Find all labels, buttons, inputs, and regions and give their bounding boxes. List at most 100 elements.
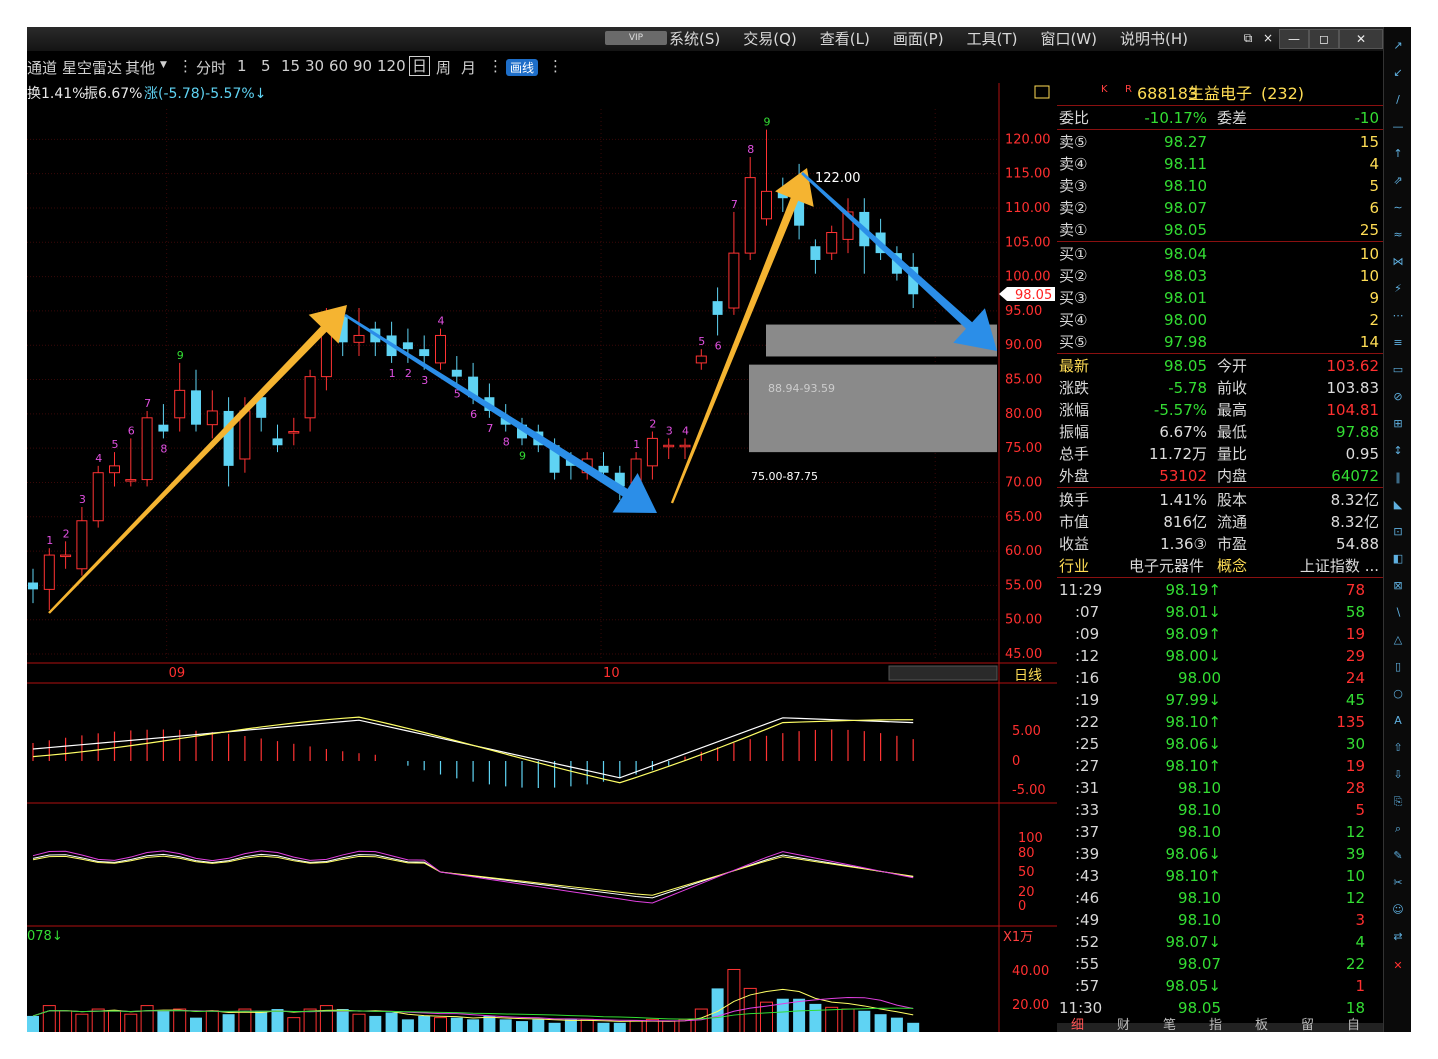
bid-row: 买⑤ 97.98 14 [1057, 331, 1383, 353]
price-tick: 50.00 [1005, 613, 1042, 628]
toolbar-radar[interactable]: 星空雷达 [62, 57, 122, 78]
divider [1057, 241, 1383, 242]
tool-icon[interactable]: ↑ [1388, 147, 1408, 163]
tool-icon[interactable]: ✎ [1388, 849, 1408, 865]
toolbar-1min[interactable]: 1 [237, 57, 247, 75]
tool-icon[interactable]: ☺ [1388, 903, 1408, 919]
toolbar-90min[interactable]: 90 [353, 57, 372, 75]
minimize-button[interactable]: — [1279, 29, 1309, 49]
value: 816亿 [1163, 513, 1207, 531]
divider [1057, 577, 1383, 578]
draw-line-button[interactable]: 画线 [506, 59, 539, 76]
tool-icon[interactable]: ⋯ [1388, 309, 1408, 325]
label: 今开 [1217, 357, 1248, 375]
menu-item-4[interactable]: 工具(T) [967, 27, 1018, 51]
toolbar-30min[interactable]: 30 [305, 57, 324, 75]
tool-icon[interactable]: ⇧ [1388, 741, 1408, 757]
tool-icon[interactable]: A [1388, 714, 1408, 730]
volume-bar [140, 1005, 154, 1032]
kline-chart[interactable]: 1234567891 23456789123 45 6789 120.00115.00… [27, 83, 1057, 1032]
tool-icon[interactable]: ∥ [1388, 471, 1408, 487]
vip-badge[interactable]: VIP [605, 31, 667, 45]
tool-icon[interactable]: ≡ [1388, 336, 1408, 352]
tool-icon[interactable]: ⊘ [1388, 390, 1408, 406]
tool-icon[interactable]: ⊞ [1388, 417, 1408, 433]
tool-icon[interactable]: ⇗ [1388, 174, 1408, 190]
tool-icon[interactable]: — [1388, 120, 1408, 136]
tool-icon[interactable]: ✂ [1388, 876, 1408, 892]
menu-item-1[interactable]: 交易(Q) [743, 27, 797, 51]
divider [1057, 487, 1383, 488]
candle-body [272, 438, 283, 446]
toolbar-weekly[interactable]: 周 [436, 57, 451, 78]
chevron-down-icon[interactable]: ▼ [160, 60, 167, 70]
toolbar-channel[interactable]: 通道 [27, 57, 57, 78]
value: 1.41% [1159, 491, 1207, 509]
tool-icon[interactable]: ↙ [1388, 66, 1408, 82]
candle-body [206, 410, 218, 426]
tool-icon[interactable]: ↗ [1388, 39, 1408, 55]
value: 103.62 [1326, 357, 1380, 375]
maximize-button[interactable]: ◻ [1309, 29, 1339, 49]
label: 最新 [1059, 357, 1090, 375]
value: 98.01↓ [1165, 603, 1221, 621]
tool-icon[interactable]: ✕ [1388, 959, 1408, 975]
tool-icon[interactable]: △ [1388, 633, 1408, 649]
tool-icon[interactable]: ⇄ [1388, 930, 1408, 946]
bottom-tab-5[interactable]: 留 [1301, 1019, 1314, 1033]
tool-icon[interactable]: ∖ [1388, 606, 1408, 622]
tool-icon[interactable]: ↕ [1388, 444, 1408, 460]
toolbar-daily[interactable]: 日 [409, 56, 431, 76]
tick-row: 11:29 98.19↑ 78 [1057, 579, 1383, 601]
tool-icon[interactable]: ⚡ [1388, 282, 1408, 298]
value: 103.83 [1326, 379, 1380, 397]
bottom-tab-4[interactable]: 板 [1255, 1019, 1268, 1033]
menu-item-3[interactable]: 画面(P) [893, 27, 944, 51]
toolbar-other[interactable]: 其他 [125, 57, 155, 78]
toolbar-60min[interactable]: 60 [329, 57, 348, 75]
tool-icon[interactable]: ≈ [1388, 228, 1408, 244]
tool-icon[interactable]: ∼ [1388, 201, 1408, 217]
tool-icon[interactable]: ▯ [1388, 660, 1408, 676]
candle-body [679, 444, 691, 448]
toolbar-intraday[interactable]: 分时 [196, 57, 226, 78]
close-button[interactable]: ✕ [1339, 29, 1383, 49]
menu-item-6[interactable]: 说明书(H) [1120, 27, 1188, 51]
tick-row: :57 98.05↓ 1 [1057, 975, 1383, 997]
toolbar-monthly[interactable]: 月 [461, 57, 476, 78]
tool-icon[interactable]: ○ [1388, 687, 1408, 703]
title-bar: VIP 系统(S) 交易(Q) 查看(L) 画面(P) 工具(T) 窗口(W) 说明书(H)… [27, 27, 1411, 51]
menu-item-2[interactable]: 查看(L) [820, 27, 870, 51]
label: :39 [1075, 845, 1100, 863]
bottom-tab-2[interactable]: 笔 [1163, 1019, 1176, 1033]
tool-icon[interactable]: ⋈ [1388, 255, 1408, 271]
bottom-tab-1[interactable]: 财 [1117, 1019, 1130, 1033]
bottom-tab-0[interactable]: 细 [1071, 1019, 1084, 1033]
tool-icon[interactable]: / [1388, 93, 1408, 109]
tool-icon[interactable]: ⎘ [1388, 795, 1408, 811]
toolbar-120min[interactable]: 120 [377, 57, 406, 75]
restore-icon[interactable]: ⧉ [1243, 29, 1253, 47]
candle-body [451, 369, 462, 377]
value: 98.01 [1164, 289, 1207, 307]
menu-item-5[interactable]: 窗口(W) [1040, 27, 1097, 51]
close-small-icon[interactable]: × [1263, 29, 1273, 47]
value: 98.04 [1164, 245, 1207, 263]
toolbar-5min[interactable]: 5 [261, 57, 271, 75]
tool-icon[interactable]: ⌕ [1388, 822, 1408, 838]
tool-icon[interactable]: ⇩ [1388, 768, 1408, 784]
volume-bar [418, 1015, 431, 1032]
scrollbar [888, 665, 998, 681]
bottom-tab-3[interactable]: 指 [1209, 1019, 1222, 1033]
menu-item-0[interactable]: 系统(S) [669, 27, 720, 51]
bottom-tab-6[interactable]: 自 [1347, 1019, 1360, 1033]
tool-icon[interactable]: ⊠ [1388, 579, 1408, 595]
toolbar-15min[interactable]: 15 [281, 57, 300, 75]
tool-icon[interactable]: ▭ [1388, 363, 1408, 379]
value: 98.03 [1164, 267, 1207, 285]
tool-icon[interactable]: ◣ [1388, 498, 1408, 514]
value: 12 [1345, 889, 1365, 907]
status-amplitude: 振6.67% [84, 86, 142, 102]
tool-icon[interactable]: ⊡ [1388, 525, 1408, 541]
tool-icon[interactable]: ◧ [1388, 552, 1408, 568]
